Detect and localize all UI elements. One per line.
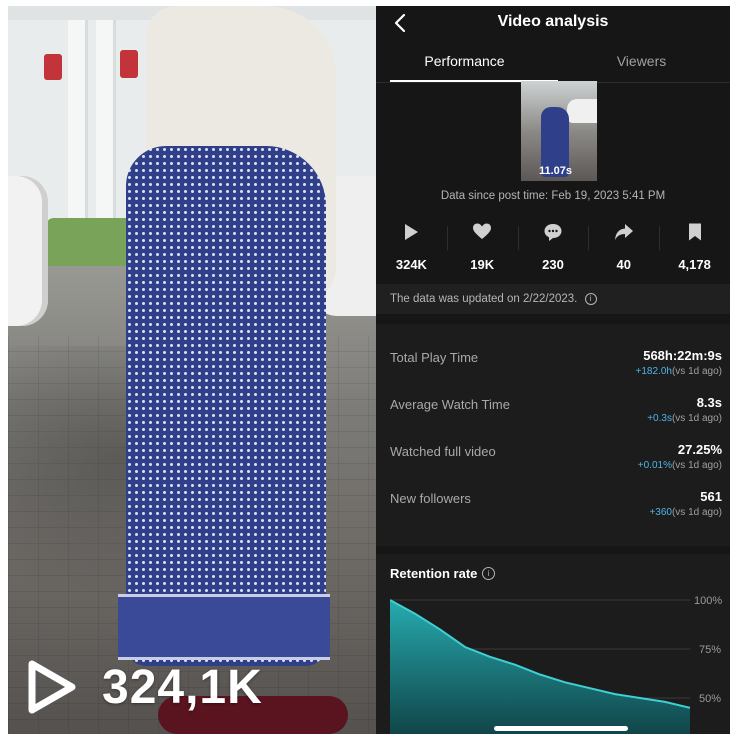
metrics-card: Total Play Time 568h:22m:9s +182.0h(vs 1…: [376, 324, 730, 546]
metric-value: 8.3s: [696, 395, 722, 410]
share-icon: [614, 224, 633, 240]
metric-label: New followers: [390, 491, 471, 506]
retention-area: [390, 600, 690, 734]
delta-value: +182.0h: [635, 366, 672, 377]
tab-viewers[interactable]: Viewers: [553, 42, 730, 82]
parked-car-left: [8, 176, 48, 326]
delta-value: +0.01%: [637, 460, 672, 471]
video-frame[interactable]: 324,1K: [8, 6, 376, 734]
tab-bar: Performance Viewers: [376, 42, 730, 83]
thumbnail-car: [567, 99, 597, 123]
metric-delta: +360(vs 1d ago): [649, 507, 722, 518]
heart-icon: [473, 223, 492, 239]
stat-value: 324K: [395, 257, 427, 272]
page-title: Video analysis: [497, 13, 609, 30]
header: Video analysis: [376, 6, 730, 42]
stat-likes: 19K: [446, 218, 518, 278]
comment-icon: [544, 224, 562, 241]
stat-saves: 4,178: [659, 218, 730, 278]
view-count-overlay: 324,1K: [26, 658, 263, 716]
retention-card: Retention rate i 100% 75% 50%: [376, 554, 730, 734]
bookmark-icon: [688, 223, 701, 241]
updated-text: The data was updated on 2/22/2023.: [390, 293, 578, 305]
engagement-stats: 324K 19K 230 40 4,178: [376, 218, 730, 278]
metric-total-play-time: Total Play Time 568h:22m:9s +182.0h(vs 1…: [390, 342, 722, 382]
delta-value: +360: [649, 507, 672, 518]
skirt-hem: [118, 594, 330, 660]
video-duration: 11.07s: [539, 165, 573, 177]
stat-plays: 324K: [376, 218, 447, 278]
metric-delta: +182.0h(vs 1d ago): [636, 366, 722, 377]
stat-shares: 40: [588, 218, 659, 278]
tick-label-100: 100%: [694, 595, 722, 607]
delta-compare: (vs 1d ago): [671, 507, 722, 518]
info-icon[interactable]: i: [584, 292, 597, 305]
metric-watched-full-video: Watched full video 27.25% +0.01%(vs 1d a…: [390, 436, 722, 476]
info-icon[interactable]: i: [482, 567, 495, 580]
delta-compare: (vs 1d ago): [671, 366, 722, 377]
metric-label: Total Play Time: [390, 350, 479, 365]
home-indicator[interactable]: [494, 726, 628, 731]
tick-label-50: 50%: [699, 693, 721, 705]
tab-performance[interactable]: Performance: [376, 42, 553, 82]
metric-value: 561: [700, 489, 722, 504]
stat-value: 4,178: [678, 257, 711, 272]
metric-delta: +0.01%(vs 1d ago): [638, 460, 722, 471]
delta-compare: (vs 1d ago): [671, 413, 722, 424]
metric-value: 568h:22m:9s: [643, 348, 722, 363]
stat-comments: 230: [517, 218, 589, 278]
stat-value: 40: [616, 257, 632, 272]
play-icon: [405, 224, 419, 240]
view-count: 324,1K: [102, 660, 263, 714]
metric-value: 27.25%: [677, 442, 722, 457]
data-updated-note: The data was updated on 2/22/2023. i: [376, 284, 730, 314]
stat-value: 230: [542, 257, 564, 272]
retention-chart[interactable]: 100% 75% 50%: [390, 594, 730, 734]
metric-new-followers: New followers 561 +360(vs 1d ago): [390, 483, 722, 523]
metric-label: Watched full video: [390, 444, 496, 459]
patterned-skirt: [126, 146, 326, 666]
video-analysis-panel: Video analysis Performance Viewers 11.07…: [376, 6, 730, 734]
video-thumbnail[interactable]: 11.07s: [521, 81, 597, 181]
retention-title: Retention rate: [390, 566, 478, 581]
delta-value: +0.3s: [647, 413, 672, 424]
stat-value: 19K: [470, 257, 495, 272]
metric-label: Average Watch Time: [390, 397, 510, 412]
tick-label-75: 75%: [699, 644, 721, 656]
delta-compare: (vs 1d ago): [671, 460, 722, 471]
metric-average-watch-time: Average Watch Time 8.3s +0.3s(vs 1d ago): [390, 389, 722, 429]
metric-delta: +0.3s(vs 1d ago): [647, 413, 722, 424]
data-since-label: Data since post time: Feb 19, 2023 5:41 …: [440, 190, 666, 202]
play-outline-icon: [28, 660, 76, 714]
